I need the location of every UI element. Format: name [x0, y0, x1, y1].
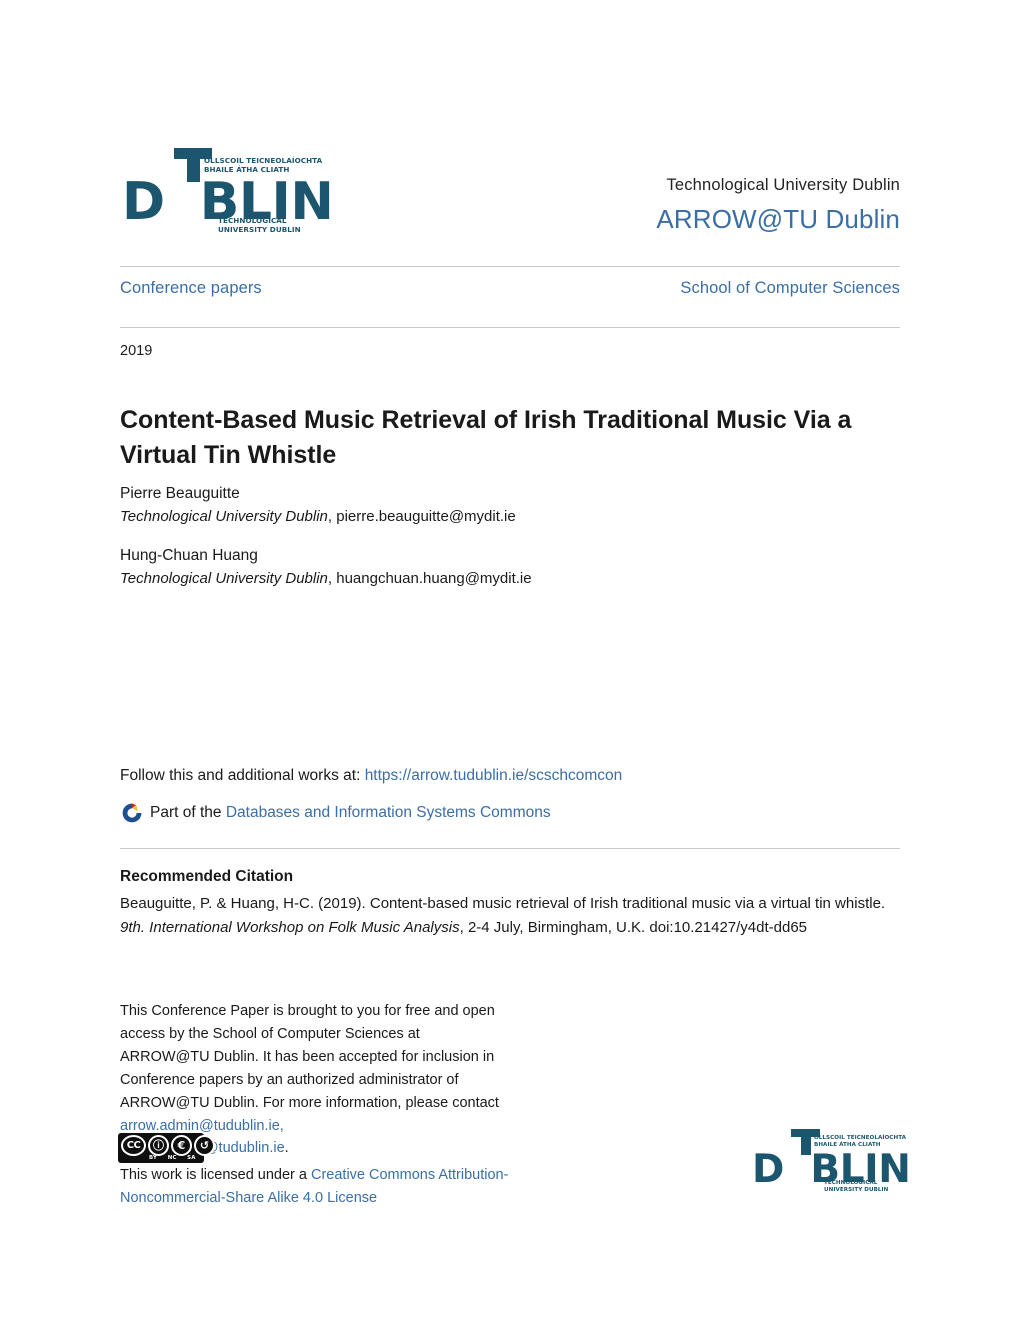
document-page: D BLIN OLLSCOIL TEICNEOLAÍOCHTA BHAILE Á… — [0, 0, 1020, 1320]
divider-below-nav — [120, 327, 900, 328]
tu-dublin-logo-footer: D BLIN OLLSCOIL TEICNEOLAÍOCHTA BHAILE Á… — [752, 1128, 911, 1200]
logo-english-name: TECHNOLOGICAL UNIVERSITY DUBLIN — [824, 1180, 888, 1194]
commons-wheel-icon — [120, 801, 144, 825]
breadcrumb-department-link[interactable]: School of Computer Sciences — [680, 279, 900, 298]
follow-prefix: Follow this and additional works at: — [120, 767, 361, 784]
cc-by-icon: ⓘ — [148, 1135, 169, 1156]
header-repository-title[interactable]: ARROW@TU Dublin — [656, 204, 900, 235]
author-affiliation: Technological University Dublin, huangch… — [120, 570, 532, 588]
divider-top — [120, 266, 900, 267]
author-institution: Technological University Dublin — [120, 570, 328, 588]
contact-email-1-link[interactable]: arrow.admin@tudublin.ie, — [120, 1118, 284, 1134]
part-of-prefix: Part of the — [150, 804, 222, 821]
cc-sa-icon: ↺ — [194, 1135, 215, 1156]
author-institution: Technological University Dublin — [120, 508, 328, 526]
recommended-citation-heading: Recommended Citation — [120, 868, 294, 885]
author-name: Hung-Chuan Huang — [120, 547, 258, 564]
creative-commons-badge[interactable]: CC ⓘ € ↺ BY NC SA — [118, 1133, 215, 1163]
author-email: pierre.beauguitte@mydit.ie — [336, 508, 516, 526]
cc-label-by: BY — [149, 1155, 158, 1161]
license-prefix: This work is licensed under a — [120, 1167, 311, 1183]
author-entry: Hung-Chuan Huang Technological Universit… — [120, 544, 860, 591]
logo-english-line-1: TECHNOLOGICAL — [218, 216, 287, 225]
cc-label-blank — [121, 1155, 144, 1161]
author-email: huangchuan.huang@mydit.ie — [336, 570, 532, 588]
tu-dublin-logo-header: D BLIN OLLSCOIL TEICNEOLAÍOCHTA BHAILE Á… — [122, 146, 334, 242]
logo-irish-line-2: BHAILE ÁTHA CLIATH — [814, 1141, 881, 1148]
commons-line: Part of the Databases and Information Sy… — [120, 801, 551, 825]
follow-works-line: Follow this and additional works at: htt… — [120, 767, 622, 785]
logo-english-line-1: TECHNOLOGICAL — [824, 1180, 878, 1186]
logo-english-line-2: UNIVERSITY DUBLIN — [218, 225, 301, 234]
license-statement: This work is licensed under a Creative C… — [120, 1164, 540, 1210]
cc-logo-icon: CC — [121, 1135, 146, 1156]
author-name: Pierre Beauguitte — [120, 485, 240, 502]
citation-part-1: Beauguitte, P. & Huang, H-C. (2019). Con… — [120, 895, 886, 912]
cc-label-nc: NC — [167, 1155, 177, 1161]
breadcrumb-series-link[interactable]: Conference papers — [120, 279, 262, 298]
logo-english-name: TECHNOLOGICAL UNIVERSITY DUBLIN — [218, 216, 301, 234]
publication-year: 2019 — [120, 343, 153, 359]
cc-badge-labels: BY NC SA — [121, 1155, 201, 1161]
access-statement-text: This Conference Paper is brought to you … — [120, 1003, 499, 1111]
collection-url-link[interactable]: https://arrow.tudublin.ie/scschcomcon — [365, 767, 623, 784]
cc-nc-icon: € — [171, 1135, 192, 1156]
recommended-citation-text: Beauguitte, P. & Huang, H-C. (2019). Con… — [120, 892, 900, 941]
header-university-name: Technological University Dublin — [666, 176, 900, 194]
logo-irish-name: OLLSCOIL TEICNEOLAÍOCHTA BHAILE ÁTHA CLI… — [204, 156, 322, 174]
access-statement-period: . — [284, 1140, 289, 1157]
logo-irish-line-1: OLLSCOIL TEICNEOLAÍOCHTA — [814, 1135, 907, 1141]
logo-english-line-2: UNIVERSITY DUBLIN — [824, 1186, 889, 1193]
page-title: Content-Based Music Retrieval of Irish T… — [120, 405, 852, 470]
logo-irish-line-1: OLLSCOIL TEICNEOLAÍOCHTA — [204, 156, 323, 165]
cc-label-sa: SA — [187, 1155, 196, 1161]
citation-venue: 9th. International Workshop on Folk Musi… — [120, 919, 460, 937]
divider-above-citation — [120, 848, 900, 849]
logo-irish-name: OLLSCOIL TEICNEOLAÍOCHTA BHAILE ÁTHA CLI… — [814, 1135, 906, 1149]
logo-irish-line-2: BHAILE ÁTHA CLIATH — [204, 165, 290, 174]
author-entry: Pierre Beauguitte Technological Universi… — [120, 482, 860, 529]
author-affiliation: Technological University Dublin, pierre.… — [120, 508, 516, 526]
cc-badge-icons: CC ⓘ € ↺ — [121, 1135, 215, 1156]
commons-discipline-link[interactable]: Databases and Information Systems Common… — [226, 804, 551, 822]
citation-part-2: , 2-4 July, Birmingham, U.K. doi:10.2142… — [459, 919, 808, 937]
